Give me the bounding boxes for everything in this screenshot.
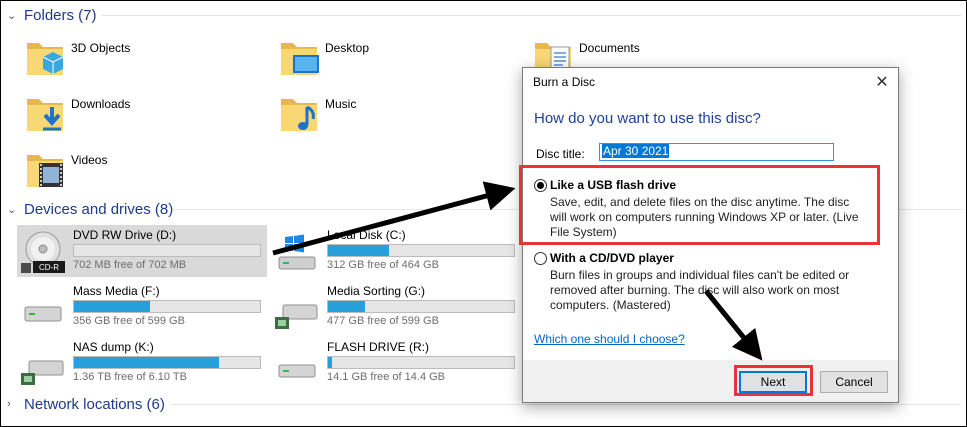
explorer-window: ⌄ Folders (7) 3D Objects Desktop Documen… [0,0,967,427]
arrow-to-next [704,289,763,361]
arrow-to-option [272,181,516,256]
annotation-arrows [272,181,763,361]
